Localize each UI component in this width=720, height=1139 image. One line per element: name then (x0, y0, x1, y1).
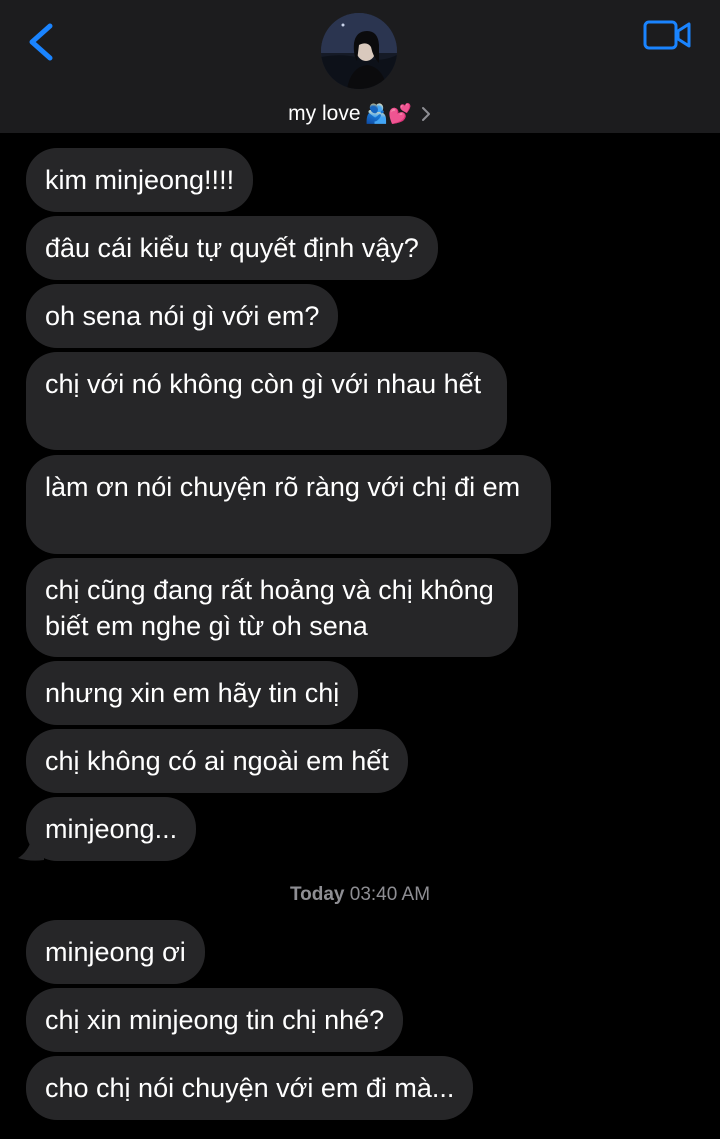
message-bubble[interactable]: minjeong ơi (26, 920, 205, 984)
message-text: chị không có ai ngoài em hết (45, 746, 389, 776)
message-bubble[interactable]: oh sena nói gì với em? (26, 284, 339, 348)
timestamp: Today 03:40 AM (0, 884, 720, 906)
conversation-header: my love 🫂💕 (0, 0, 720, 133)
message-text: oh sena nói gì với em? (45, 301, 320, 331)
message-text: chị xin minjeong tin chị nhé? (45, 1005, 385, 1035)
message-text: minjeong ơi (45, 937, 186, 967)
message-bubble[interactable]: chị xin minjeong tin chị nhé? (26, 988, 404, 1052)
message-bubble[interactable]: chị với nó không còn gì với nhau hết (26, 352, 507, 450)
contact-name: my love (288, 102, 361, 125)
video-camera-icon[interactable] (642, 18, 692, 52)
message-bubble[interactable]: chị không có ai ngoài em hết (26, 729, 408, 793)
message-text: chị với nó không còn gì với nhau hết (45, 369, 482, 399)
message-bubble[interactable]: minjeong... (26, 797, 197, 861)
message-text: nhưng xin em hãy tin chị (45, 678, 340, 708)
message-text: làm ơn nói chuyện rõ ràng với chị đi em (45, 472, 521, 502)
message-bubble[interactable]: kim minjeong!!!! (26, 148, 254, 212)
timestamp-time: 03:40 AM (349, 884, 431, 905)
chevron-left-icon[interactable] (22, 20, 62, 64)
avatar[interactable] (321, 13, 397, 89)
timestamp-day: Today (289, 884, 345, 905)
message-text: minjeong... (45, 814, 178, 844)
contact-name-button[interactable]: my love 🫂💕 (0, 98, 720, 130)
message-text: chị cũng đang rất hoảng và chị không biế… (45, 575, 494, 641)
contact-emoji: 🫂💕 (364, 104, 412, 125)
message-bubble[interactable]: cho chị nói chuyện với em đi mà... (26, 1056, 474, 1120)
chevron-right-icon (421, 107, 430, 121)
message-bubble[interactable]: đâu cái kiểu tự quyết định vậy? (26, 216, 438, 280)
message-text: kim minjeong!!!! (45, 165, 235, 195)
message-bubble[interactable]: làm ơn nói chuyện rõ ràng với chị đi em (26, 455, 551, 554)
message-text: đâu cái kiểu tự quyết định vậy? (45, 233, 419, 263)
message-bubble[interactable]: nhưng xin em hãy tin chị (26, 661, 359, 725)
message-text: cho chị nói chuyện với em đi mà... (45, 1073, 455, 1103)
message-bubble[interactable]: chị cũng đang rất hoảng và chị không biế… (26, 558, 518, 657)
